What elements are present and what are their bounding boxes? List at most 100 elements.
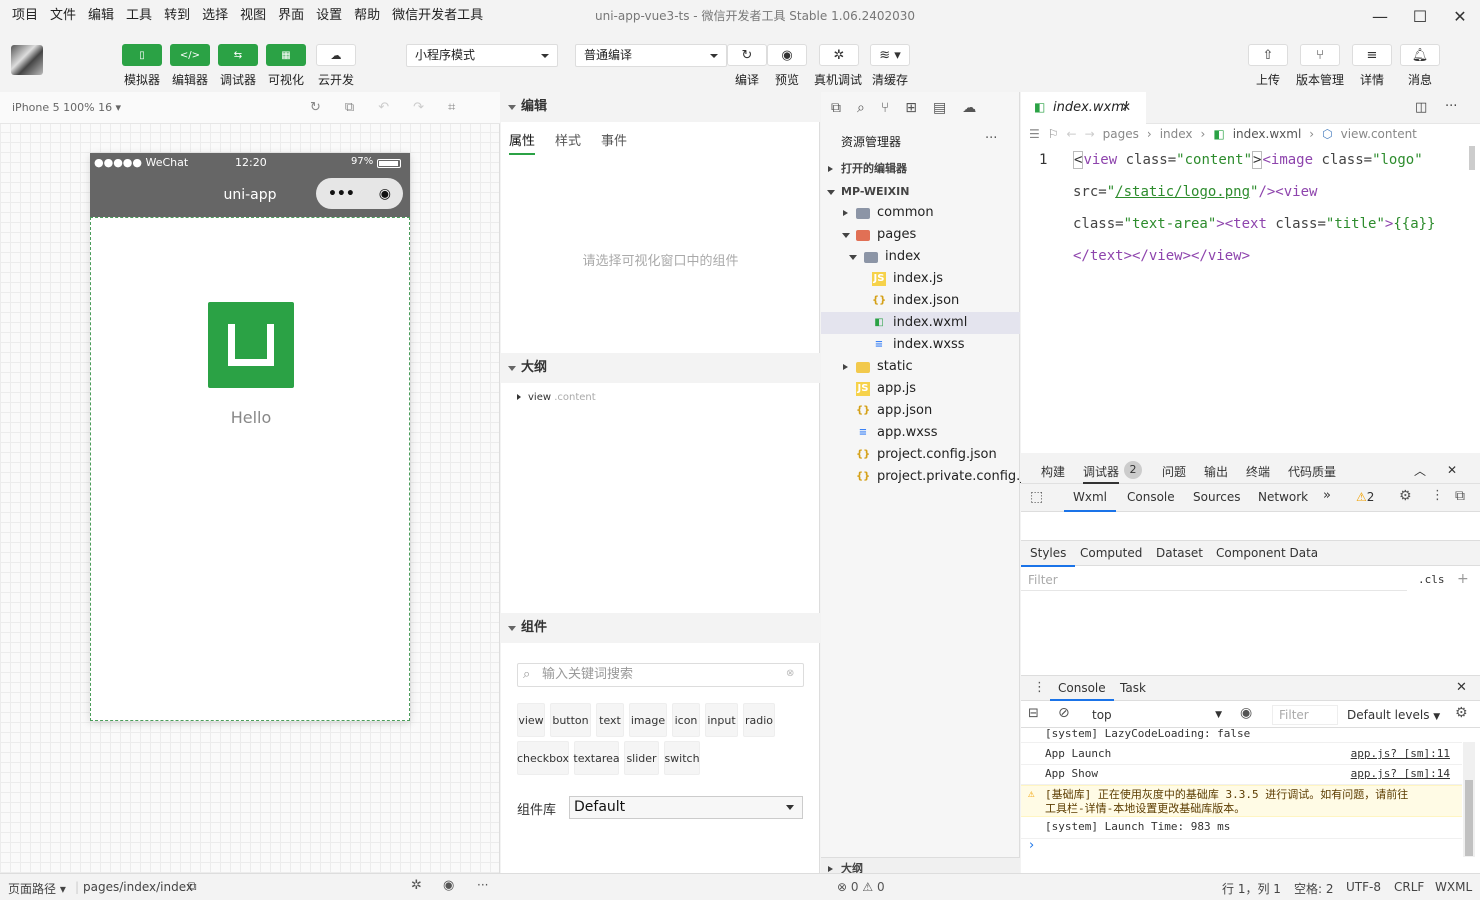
breadcrumb-index[interactable]: index <box>1160 127 1193 141</box>
redo-icon[interactable]: ↷ <box>413 100 424 115</box>
menu-icon[interactable]: ≡ <box>1352 44 1392 66</box>
tab-code-quality[interactable]: 代码质量 <box>1288 463 1336 480</box>
menu-help[interactable]: 帮助 <box>348 0 386 32</box>
breadcrumb-pages[interactable]: pages <box>1103 127 1139 141</box>
copy-icon[interactable]: ⧉ <box>188 879 197 894</box>
error-counter[interactable]: ⊗ 0 ⚠ 0 <box>837 880 885 894</box>
extensions-icon[interactable]: ⊞ <box>905 100 917 116</box>
outline-tree-item[interactable]: view .content <box>517 392 596 403</box>
menu-wechat-devtools[interactable]: 微信开发者工具 <box>386 0 489 32</box>
gear-icon[interactable]: ⚙ <box>1455 705 1468 721</box>
undo-icon[interactable]: ↶ <box>378 100 389 115</box>
chip-button[interactable]: button <box>550 703 591 737</box>
close-target-icon[interactable]: ◉ <box>379 186 391 202</box>
tab-build[interactable]: 构建 <box>1041 463 1065 480</box>
tab-console[interactable]: Console <box>1127 490 1175 504</box>
undock-icon[interactable]: ⧉ <box>1455 488 1465 504</box>
tree-item-index-json[interactable]: {} index.json <box>821 290 1020 312</box>
split-editor-icon[interactable]: ◫ <box>1415 100 1427 115</box>
component-search-input[interactable]: 输入关键词搜索 <box>517 663 804 687</box>
eye-icon[interactable]: ◉ <box>1240 705 1252 721</box>
tab-computed[interactable]: Computed <box>1080 546 1142 560</box>
console-prompt-icon[interactable]: › <box>1029 838 1034 853</box>
tab-wxml[interactable]: Wxml <box>1064 490 1116 512</box>
chip-checkbox[interactable]: checkbox <box>517 741 569 775</box>
chip-view[interactable]: view <box>517 703 545 737</box>
warning-counter[interactable]: ⚠2 <box>1356 490 1374 504</box>
console-filter-input[interactable]: Filter <box>1272 705 1338 725</box>
breadcrumb-element[interactable]: view.content <box>1341 127 1417 141</box>
chip-input[interactable]: input <box>705 703 738 737</box>
chip-switch[interactable]: switch <box>664 741 700 775</box>
tree-item-index-wxss[interactable]: ≡ index.wxss <box>821 334 1020 356</box>
compile-mode-select[interactable]: 普通编译 <box>575 44 727 67</box>
back-icon[interactable]: ← <box>1067 127 1077 141</box>
branch-icon[interactable]: ⑂ <box>1300 44 1340 66</box>
debugger-toggle-icon[interactable]: ⇆ <box>218 44 258 66</box>
menu-select[interactable]: 选择 <box>196 0 234 32</box>
capsule-button[interactable]: ••• ◉ <box>316 178 403 209</box>
close-panel-icon[interactable]: ✕ <box>1447 463 1457 477</box>
edit-section-header[interactable]: 编辑 <box>501 92 820 122</box>
editor-toggle-icon[interactable]: </> <box>170 44 210 66</box>
menu-tools[interactable]: 工具 <box>120 0 158 32</box>
code-line-1[interactable]: <view class="content"><image class="logo… <box>1073 151 1423 169</box>
more-icon[interactable]: ··· <box>1445 99 1457 114</box>
layers-icon[interactable]: ≋ ▾ <box>870 44 910 66</box>
cursor-position[interactable]: 行 1，列 1 <box>1222 880 1281 897</box>
chip-radio[interactable]: radio <box>743 703 775 737</box>
tab-network[interactable]: Network <box>1258 490 1308 504</box>
log-levels-select[interactable]: Default levels ▼ <box>1347 708 1440 722</box>
menu-goto[interactable]: 转到 <box>158 0 196 32</box>
kebab-icon[interactable]: ⋮ <box>1431 488 1444 503</box>
fit-icon[interactable]: ⌗ <box>448 100 455 115</box>
bug-icon[interactable]: ✲ <box>411 878 422 893</box>
forward-icon[interactable]: → <box>1085 127 1095 141</box>
chip-icon[interactable]: icon <box>672 703 700 737</box>
chip-image[interactable]: image <box>629 703 667 737</box>
simulator-toggle-icon[interactable]: ▯ <box>122 44 162 66</box>
tab-dataset[interactable]: Dataset <box>1156 546 1203 560</box>
add-style-icon[interactable]: + <box>1457 571 1469 587</box>
avatar[interactable] <box>11 45 43 75</box>
menu-file[interactable]: 文件 <box>44 0 82 32</box>
console-scrollbar-track[interactable] <box>1463 742 1475 857</box>
code-line-1-wrap-1[interactable]: src="/static/logo.png"/><view <box>1073 184 1317 200</box>
window-icon[interactable]: ⧉ <box>345 100 354 115</box>
code-line-1-wrap-3[interactable]: </text></view></view> <box>1073 248 1250 264</box>
refresh-icon[interactable]: ↻ <box>727 44 767 66</box>
close-tab-icon[interactable]: ✕ <box>1121 100 1131 114</box>
bug-icon[interactable]: ✲ <box>819 44 859 66</box>
tree-item-app-wxss[interactable]: ≡ app.wxss <box>821 422 1020 444</box>
log-source-link[interactable]: app.js? [sm]:11 <box>1351 745 1450 763</box>
context-select[interactable]: top ▼ <box>1086 706 1226 724</box>
upload-icon[interactable]: ⇧ <box>1248 44 1288 66</box>
more-icon[interactable]: ··· <box>477 878 488 892</box>
eye-icon[interactable]: ◉ <box>767 44 807 66</box>
menu-view[interactable]: 视图 <box>234 0 272 32</box>
tree-item-app-json[interactable]: {} app.json <box>821 400 1020 422</box>
more-dots-icon[interactable]: ••• <box>328 186 355 202</box>
clear-icon[interactable]: ⊗ <box>786 668 794 679</box>
console-scrollbar-thumb[interactable] <box>1465 780 1473 856</box>
tab-styles[interactable]: 样式 <box>555 130 581 149</box>
drawer-tab-console[interactable]: Console <box>1050 681 1114 701</box>
indent-setting[interactable]: 空格: 2 <box>1294 880 1334 897</box>
components-section-header[interactable]: 组件 <box>501 613 820 643</box>
tree-item-project-private[interactable]: {} project.private.config.js... <box>821 466 1043 488</box>
tree-item-index-js[interactable]: JS index.js <box>821 268 1020 290</box>
tab-problems[interactable]: 问题 <box>1162 463 1186 480</box>
git-icon[interactable]: ⑂ <box>881 100 889 116</box>
tree-item-pages[interactable]: pages <box>821 224 1020 246</box>
encoding[interactable]: UTF-8 <box>1346 880 1381 894</box>
drawer-tab-task[interactable]: Task <box>1120 681 1146 695</box>
menu-settings[interactable]: 设置 <box>310 0 348 32</box>
cloud-icon[interactable]: ☁ <box>316 44 356 66</box>
visual-toggle-icon[interactable]: ▦ <box>266 44 306 66</box>
menu-project[interactable]: 项目 <box>6 0 44 32</box>
more-icon[interactable]: ··· <box>985 131 997 146</box>
close-icon[interactable]: ✕ <box>1440 0 1480 32</box>
language-mode[interactable]: WXML <box>1435 880 1472 894</box>
more-tabs-icon[interactable]: » <box>1323 488 1331 503</box>
tab-events[interactable]: 事件 <box>601 130 627 149</box>
